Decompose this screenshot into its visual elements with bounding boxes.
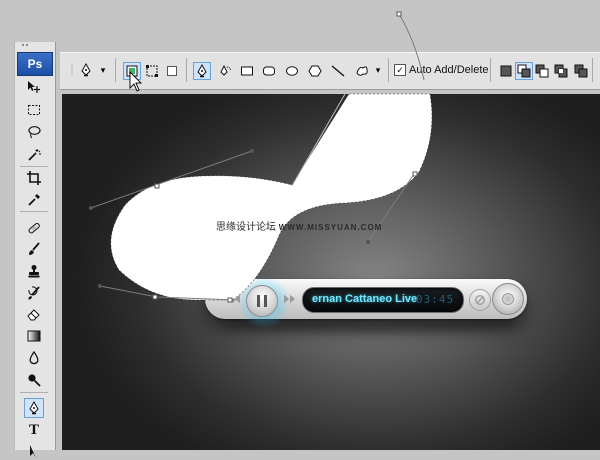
watermark-text: 思缘设计论坛 [216,222,276,233]
mouse-cursor [129,70,143,92]
watermark-url: WWW.MISSYUAN.COM [278,223,383,232]
white-shape[interactable] [110,94,432,300]
watermark: 思缘设计论坛 WWW.MISSYUAN.COM [216,218,382,233]
